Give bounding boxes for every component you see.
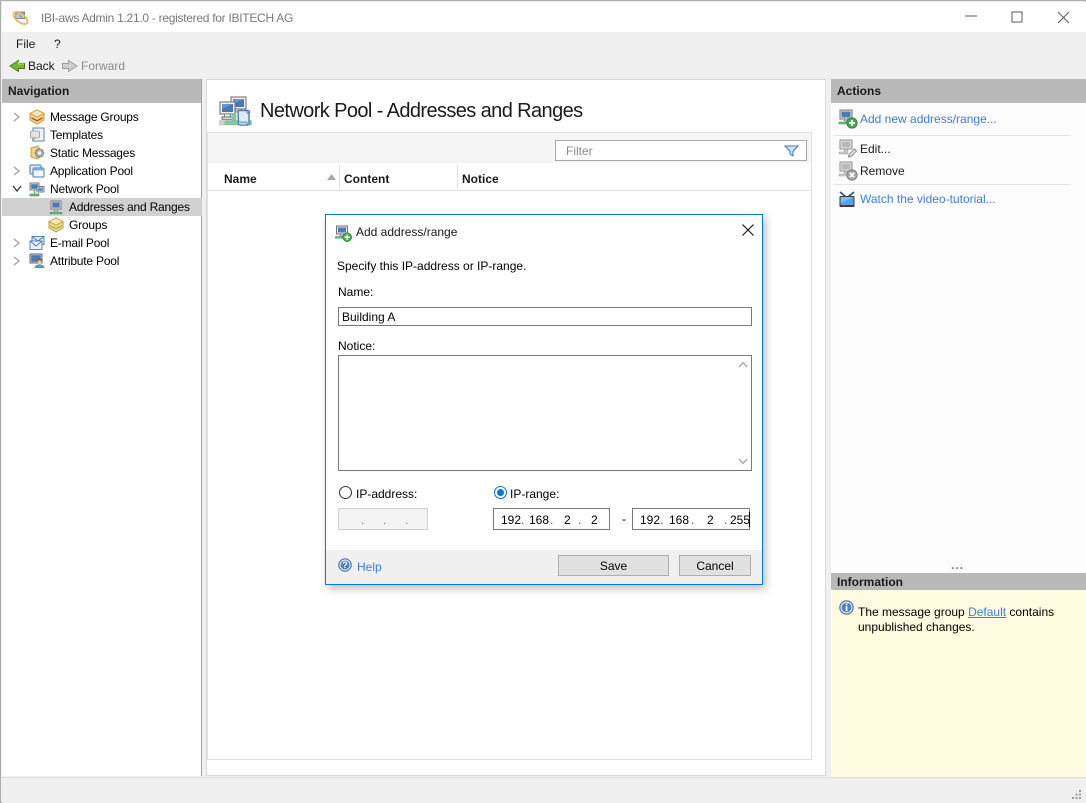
svg-text:?: ? <box>342 560 348 570</box>
